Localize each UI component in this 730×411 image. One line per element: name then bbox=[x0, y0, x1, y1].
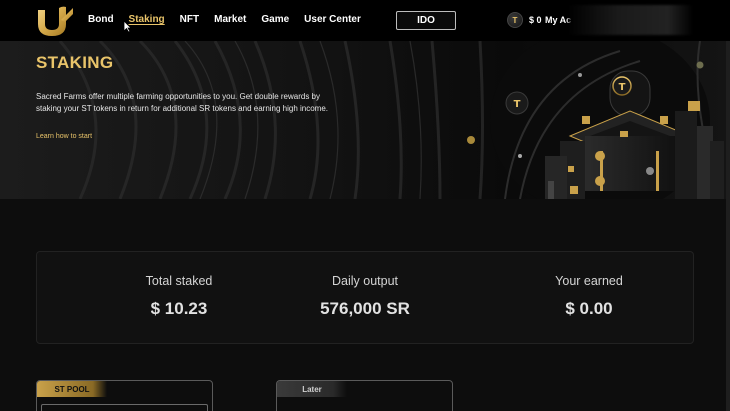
nav-staking[interactable]: Staking bbox=[129, 14, 165, 25]
nav-bond[interactable]: Bond bbox=[88, 14, 114, 25]
svg-text:T: T bbox=[619, 82, 626, 93]
svg-text:T: T bbox=[514, 99, 521, 110]
ido-button[interactable]: IDO bbox=[396, 11, 456, 30]
nav-nft[interactable]: NFT bbox=[180, 14, 199, 25]
pool-tab-label: Later bbox=[277, 381, 347, 397]
account-overlay bbox=[568, 5, 693, 35]
learn-how-link[interactable]: Learn how to start bbox=[36, 133, 92, 140]
stat-daily-output: Daily output 576,000 SR bbox=[265, 274, 465, 319]
logo-icon[interactable] bbox=[35, 4, 75, 38]
nav-market[interactable]: Market bbox=[214, 14, 246, 25]
token-icon: T bbox=[507, 12, 523, 28]
nav-game[interactable]: Game bbox=[261, 14, 289, 25]
stat-label: Total staked bbox=[145, 274, 213, 288]
mouse-cursor-icon bbox=[123, 20, 132, 33]
page-scrollbar[interactable] bbox=[726, 41, 730, 411]
staking-stats-panel: Total staked $ 10.23 Daily output 576,00… bbox=[36, 251, 694, 344]
hero-description: Sacred Farms offer multiple farming oppo… bbox=[36, 92, 329, 113]
later-pool-card: Later bbox=[276, 380, 453, 411]
stat-label: Daily output bbox=[331, 274, 398, 288]
stat-value: $ 10.23 bbox=[150, 299, 208, 318]
stat-total-staked: Total staked $ 10.23 bbox=[79, 274, 279, 319]
st-pool-card[interactable]: ST POOL bbox=[36, 380, 213, 411]
stat-label: Your earned bbox=[555, 274, 623, 288]
pool-tab-label: ST POOL bbox=[37, 381, 107, 397]
wallet-balance: $ 0 bbox=[529, 15, 542, 25]
stat-value: 576,000 SR bbox=[320, 299, 410, 318]
nav-user-center[interactable]: User Center bbox=[304, 14, 361, 25]
stat-value: $ 0.00 bbox=[565, 299, 613, 318]
pool-inner-frame bbox=[41, 404, 208, 411]
page-title: STAKING bbox=[36, 53, 114, 72]
hero-banner: T T STAKING Sacred Farms offer multiple … bbox=[0, 41, 730, 199]
top-navigation-bar: Bond Staking NFT Market Game User Center… bbox=[0, 0, 730, 41]
stat-your-earned: Your earned $ 0.00 bbox=[489, 274, 689, 319]
